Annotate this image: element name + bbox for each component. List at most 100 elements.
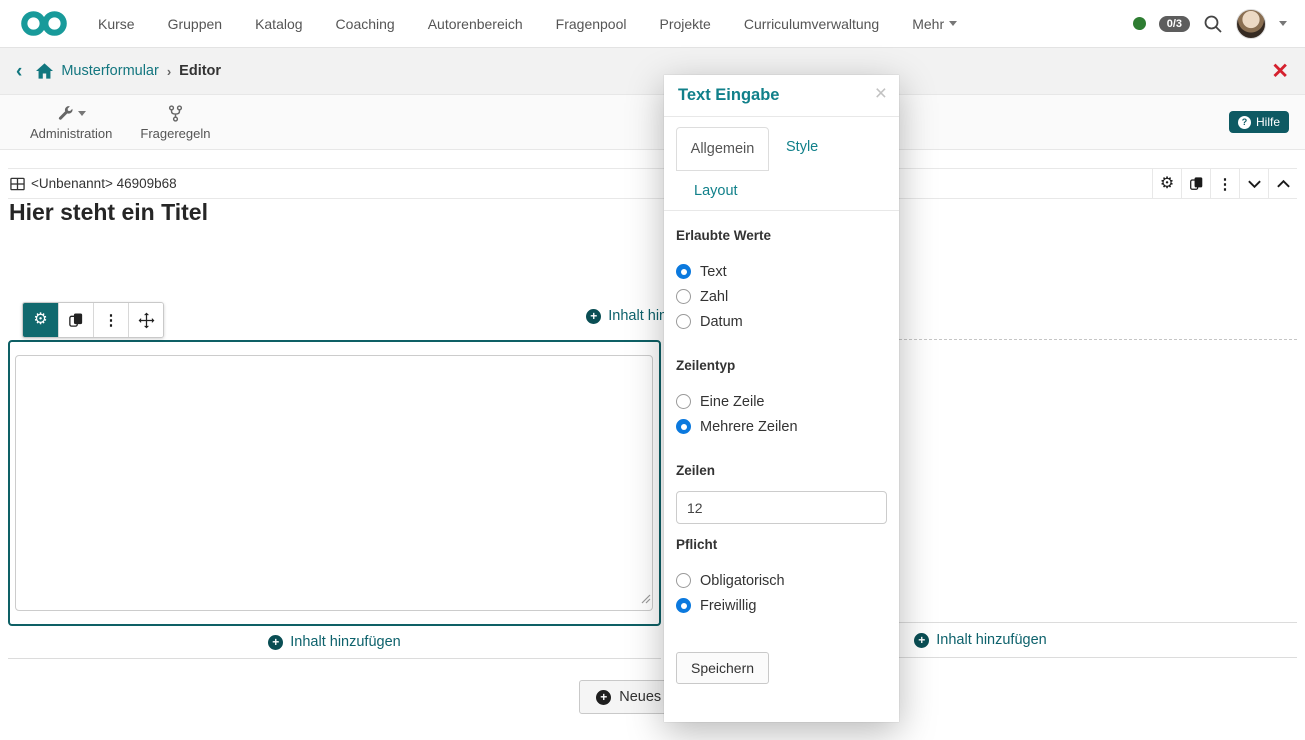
page-title: Hier steht ein Titel	[9, 199, 208, 226]
radio-label: Freiwillig	[700, 598, 756, 614]
radio-label: Zahl	[700, 289, 728, 305]
expand-icon[interactable]	[1268, 169, 1297, 198]
radio-obligatorisch[interactable]: Obligatorisch	[676, 568, 887, 593]
radio-mehrere-zeilen[interactable]: Mehrere Zeilen	[676, 414, 887, 439]
question-icon: ?	[1238, 116, 1251, 129]
help-label: Hilfe	[1256, 115, 1280, 129]
zeilen-input[interactable]	[676, 491, 887, 524]
tab-layout[interactable]: Layout	[694, 183, 738, 199]
home-icon[interactable]	[36, 63, 53, 79]
breadcrumb-course-link[interactable]: Musterformular	[61, 63, 159, 79]
section-erlaubte-werte: Erlaubte Werte Text Zahl Datum	[676, 228, 887, 334]
text-eingabe-dialog: Text Eingabe × Allgemein Style Layout Er…	[664, 75, 899, 722]
radio-datum[interactable]: Datum	[676, 309, 887, 334]
section-pflicht: Pflicht Obligatorisch Freiwillig	[676, 537, 887, 618]
save-button[interactable]: Speichern	[676, 652, 769, 684]
edit-more-options-icon[interactable]: ⋮	[93, 303, 128, 337]
dialog-header: Text Eingabe ×	[664, 75, 899, 117]
nav-item-autorenbereich[interactable]: Autorenbereich	[428, 16, 523, 32]
breadcrumb-current: Editor	[179, 63, 221, 79]
add-content-link-left[interactable]: + Inhalt hinzufügen	[268, 634, 400, 650]
user-avatar[interactable]	[1236, 9, 1266, 39]
radio-text[interactable]: Text	[676, 259, 887, 284]
radio-label: Datum	[700, 314, 743, 330]
add-content-link-right[interactable]: + Inhalt hinzufügen	[914, 632, 1046, 648]
branch-icon	[166, 103, 185, 123]
nav-item-gruppen[interactable]: Gruppen	[168, 16, 222, 32]
add-content-row-left: + Inhalt hinzufügen	[8, 626, 661, 659]
radio-label: Text	[700, 264, 727, 280]
section-zeilentyp: Zeilentyp Eine Zeile Mehrere Zeilen	[676, 358, 887, 439]
nav-item-fragenpool[interactable]: Fragenpool	[556, 16, 627, 32]
add-content-label: Inhalt hinzufügen	[936, 632, 1046, 648]
section-label: Zeilen	[676, 463, 887, 478]
chevron-down-icon	[78, 111, 86, 116]
editor-toolbar: Administration Frageregeln ? Hilfe	[0, 95, 1305, 150]
nav-item-mehr[interactable]: Mehr	[912, 16, 957, 32]
radio-selected-icon[interactable]	[676, 598, 691, 613]
breadcrumb-separator: ›	[167, 64, 171, 79]
plus-circle-icon: +	[268, 635, 283, 650]
nav-item-projekte[interactable]: Projekte	[659, 16, 710, 32]
section-label: Zeilentyp	[676, 358, 887, 373]
move-handle-icon[interactable]	[128, 303, 163, 337]
new-layout-row: + Neues Layout	[8, 680, 1297, 714]
search-icon[interactable]	[1203, 14, 1223, 34]
radio-freiwillig[interactable]: Freiwillig	[676, 593, 887, 618]
section-label: Erlaubte Werte	[676, 228, 887, 243]
duplicate-icon[interactable]	[1181, 169, 1210, 198]
tab-style[interactable]: Style	[786, 139, 818, 155]
breadcrumb-bar: ‹ Musterformular › Editor ✕	[0, 48, 1305, 95]
element-id-label: <Unbenannt> 46909b68	[31, 176, 177, 191]
tab-allgemein[interactable]: Allgemein	[676, 127, 769, 171]
administration-label: Administration	[30, 126, 112, 141]
frageregeln-label: Frageregeln	[140, 126, 210, 141]
main-menu: Kurse Gruppen Katalog Coaching Autorenbe…	[98, 16, 957, 32]
top-navbar: Kurse Gruppen Katalog Coaching Autorenbe…	[0, 0, 1305, 48]
add-content-row-top: + Inhalt hinzufügen	[8, 308, 1297, 324]
radio-label: Eine Zeile	[700, 394, 764, 410]
add-content-label: Inhalt hinzufügen	[290, 634, 400, 650]
grid-icon	[10, 177, 25, 191]
notification-badge[interactable]: 0/3	[1159, 16, 1190, 32]
radio-eine-zeile[interactable]: Eine Zeile	[676, 389, 887, 414]
administration-button[interactable]: Administration	[16, 99, 126, 145]
section-zeilen: Zeilen	[676, 463, 887, 524]
radio-icon[interactable]	[676, 573, 691, 588]
frageregeln-button[interactable]: Frageregeln	[126, 99, 224, 145]
radio-zahl[interactable]: Zahl	[676, 284, 887, 309]
radio-selected-icon[interactable]	[676, 264, 691, 279]
nav-mehr-label: Mehr	[912, 16, 944, 32]
radio-selected-icon[interactable]	[676, 419, 691, 434]
dialog-close-icon[interactable]: ×	[875, 83, 887, 104]
radio-icon[interactable]	[676, 289, 691, 304]
nav-item-kurse[interactable]: Kurse	[98, 16, 135, 32]
radio-icon[interactable]	[676, 314, 691, 329]
more-options-icon[interactable]: ⋮	[1210, 169, 1239, 198]
radio-icon[interactable]	[676, 394, 691, 409]
close-editor-icon[interactable]: ✕	[1271, 61, 1289, 82]
plus-circle-icon: +	[596, 690, 611, 705]
user-menu-chevron-icon[interactable]	[1279, 21, 1287, 26]
element-edit-toolbar: ⚙ ⋮	[22, 302, 164, 338]
wrench-icon	[56, 103, 86, 123]
settings-gear-icon[interactable]: ⚙	[1152, 169, 1181, 198]
plus-circle-icon: +	[586, 309, 601, 324]
plus-circle-icon: +	[914, 633, 929, 648]
nav-item-curriculumverwaltung[interactable]: Curriculumverwaltung	[744, 16, 879, 32]
textinput-textarea[interactable]	[15, 355, 653, 611]
element-header-actions: ⚙ ⋮	[1152, 169, 1297, 198]
edit-settings-gear-icon[interactable]: ⚙	[23, 303, 58, 337]
openolat-logo-icon[interactable]	[18, 10, 70, 37]
nav-item-coaching[interactable]: Coaching	[336, 16, 395, 32]
back-chevron-icon[interactable]: ‹	[16, 62, 22, 81]
radio-label: Obligatorisch	[700, 573, 785, 589]
textarea-wrapper	[15, 355, 653, 611]
selected-textinput-element[interactable]	[8, 340, 661, 626]
nav-item-katalog[interactable]: Katalog	[255, 16, 302, 32]
help-button[interactable]: ? Hilfe	[1229, 111, 1289, 133]
edit-duplicate-icon[interactable]	[58, 303, 93, 337]
dialog-title: Text Eingabe	[678, 86, 779, 105]
chevron-down-icon	[949, 21, 957, 26]
collapse-icon[interactable]	[1239, 169, 1268, 198]
